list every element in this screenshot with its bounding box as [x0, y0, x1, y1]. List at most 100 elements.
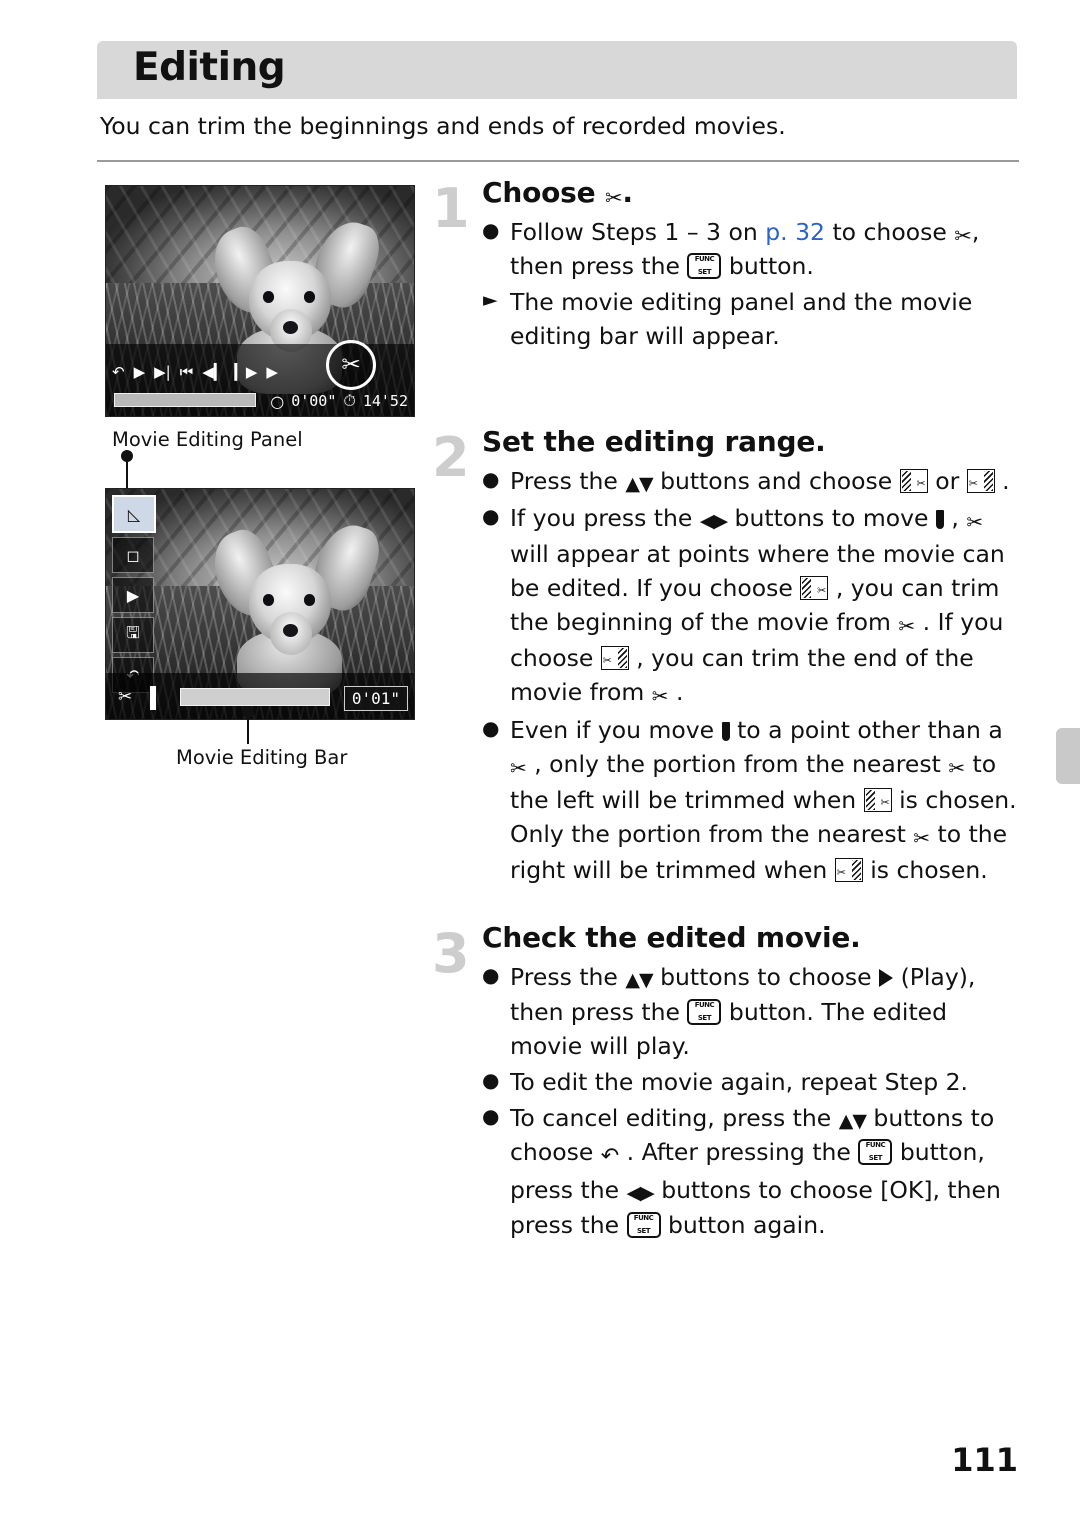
- caption-movie-editing-bar: Movie Editing Bar: [176, 746, 348, 769]
- step-3: 3 Check the edited movie. ● Press the ▲▼…: [432, 921, 1022, 1242]
- bullet-text-a: To cancel editing, press the: [510, 1103, 839, 1132]
- page-link[interactable]: p. 32: [765, 218, 825, 246]
- figure-movie-editing-bar: ◺ ◻ ▶ 🖫 ↶ ✂ 0'01": [105, 488, 415, 720]
- bullet-text-b: to choose: [824, 218, 955, 246]
- cut-icon: ✂: [118, 687, 133, 707]
- trim-end-icon: ◻: [112, 537, 154, 573]
- header-divider: [97, 160, 1019, 162]
- bullet-text-g: is chosen.: [862, 856, 988, 885]
- step-1-heading-text: Choose: [482, 176, 596, 209]
- cut-icon: ✂: [510, 756, 527, 781]
- bullet-dot-icon: ●: [482, 503, 500, 528]
- bullet-dot-icon: ●: [482, 1103, 500, 1128]
- marker-icon: [935, 509, 944, 529]
- dog-eye-right: [303, 291, 316, 303]
- func-set-button-icon: [687, 253, 722, 280]
- func-set-button-icon: [626, 1211, 661, 1238]
- up-down-buttons-icon: ▲▼: [625, 969, 653, 992]
- page-number: 111: [951, 1441, 1018, 1479]
- slow-motion-icon: ▶|: [154, 363, 171, 381]
- dog-eye-left: [262, 594, 275, 606]
- bullet-dot-icon: ●: [482, 715, 500, 740]
- movie-editing-bar: ✂ 0'01": [106, 673, 414, 719]
- dog-eye-right: [303, 594, 316, 606]
- step-3-bullets: ● Press the ▲▼ buttons to choose (Play),…: [482, 960, 1022, 1242]
- total-time: 14'52: [362, 392, 408, 410]
- step-1-heading: Choose ✂.: [482, 176, 1022, 209]
- up-down-buttons-icon: ▲▼: [838, 1109, 867, 1132]
- bullet: ► The movie editing panel and the movie …: [482, 285, 1022, 353]
- bullet-text-d: button.: [721, 252, 814, 281]
- bullet-dot-icon: ●: [482, 963, 500, 988]
- cut-icon: ✂: [913, 826, 931, 851]
- bullet-dot-icon: ●: [482, 1067, 500, 1092]
- back-icon: ↶: [600, 1144, 620, 1170]
- cut-icon: ✂: [948, 756, 966, 781]
- marker-icon: [721, 721, 730, 741]
- volume-icon: ○: [270, 391, 285, 411]
- editing-elapsed-time: 0'01": [343, 686, 408, 711]
- playback-time-row: ○ 0'00" ⏱ 14'52: [270, 391, 408, 411]
- trim-start-icon: ✂: [800, 575, 829, 600]
- playback-progress-track: [114, 393, 256, 407]
- trim-start-icon: ◺: [112, 495, 156, 533]
- bullet-text-c: ,: [943, 503, 967, 532]
- bullet: ● To cancel editing, press the ▲▼ button…: [482, 1101, 1022, 1242]
- bullet-text-d: .: [994, 467, 1010, 496]
- bullet-text-f: button again.: [660, 1210, 826, 1239]
- page-thumb-tab: [1056, 728, 1080, 784]
- playback-overlay: ↶ ▶ ▶| ⏮ ◀▎ ▎▶ ▶ ✂ ○ 0'00" ⏱ 14'52: [106, 340, 414, 416]
- bullet-text: To edit the movie again, repeat Step 2.: [510, 1067, 969, 1096]
- clock-icon: ⏱: [343, 391, 356, 410]
- step-2: 2 Set the editing range. ● Press the ▲▼ …: [432, 425, 1022, 887]
- up-down-buttons-icon: ▲▼: [625, 473, 653, 496]
- trim-start-icon: ✂: [863, 788, 892, 813]
- bullet-text-a: If you press the: [510, 503, 700, 532]
- play-icon: [879, 969, 894, 988]
- bullet: ● Press the ▲▼ buttons to choose (Play),…: [482, 960, 1022, 1063]
- frame-back-icon: ◀▎: [202, 363, 226, 381]
- bullet-text-b: to a point other than a: [729, 715, 1003, 744]
- trim-end-icon: ✂: [600, 645, 629, 670]
- bullet-triangle-icon: ►: [483, 289, 498, 312]
- page-title: Editing: [133, 45, 286, 90]
- figure-movie-editing-panel: ↶ ▶ ▶| ⏮ ◀▎ ▎▶ ▶ ✂ ○ 0'00" ⏱ 14'52: [105, 185, 415, 417]
- bullet: ● If you press the ◀▶ buttons to move , …: [482, 501, 1022, 711]
- bullet-text-a: Press the: [510, 467, 626, 496]
- step-2-heading: Set the editing range.: [482, 425, 826, 459]
- trim-start-icon: ✂: [899, 469, 928, 494]
- leader-line-2: [247, 711, 249, 744]
- page-title-bar: Editing: [97, 41, 1017, 99]
- step-3-heading: Check the edited movie.: [482, 921, 861, 955]
- trim-end-icon: ✂: [834, 858, 863, 883]
- bullet-text-b: buttons to choose: [652, 963, 880, 992]
- play-icon: ▶: [133, 363, 146, 381]
- bullet: ● Press the ▲▼ buttons and choose ✂ or ✂…: [482, 464, 1022, 499]
- bullet-text-h: .: [668, 677, 684, 706]
- bullet-text-b: buttons to move: [727, 503, 936, 532]
- cut-icon: ✂: [651, 683, 669, 708]
- dog-nose: [282, 623, 299, 638]
- step-1-number: 1: [432, 177, 470, 240]
- step-1-heading-period: .: [622, 176, 633, 209]
- save-icon: 🖫: [112, 617, 154, 653]
- exit-icon: ↶: [112, 363, 125, 381]
- playback-icon-row: ↶ ▶ ▶| ⏮ ◀▎ ▎▶ ▶: [112, 365, 278, 380]
- left-right-buttons-icon: ◀▶: [699, 509, 728, 532]
- scissors-icon: ✂: [954, 224, 972, 248]
- bullet: ● To edit the movie again, repeat Step 2…: [482, 1065, 1022, 1099]
- dog-nose: [282, 320, 299, 335]
- dog-subject: [203, 517, 386, 697]
- bullet-text-a: Even if you move: [510, 715, 722, 744]
- bullet-text-a: Follow Steps 1 – 3 on: [510, 218, 766, 246]
- editing-bar-marker: [150, 686, 156, 710]
- func-set-button-icon: [687, 998, 722, 1025]
- step-3-number: 3: [432, 922, 470, 986]
- skip-first-icon: ⏮: [179, 363, 194, 381]
- func-set-button-icon: [858, 1139, 893, 1166]
- bullet-text-c: , only the portion from the nearest: [526, 750, 949, 779]
- bullet-text: The movie editing panel and the movie ed…: [510, 288, 973, 351]
- dog-eye-left: [262, 291, 275, 303]
- bullet-text-c: . After pressing the: [619, 1138, 859, 1167]
- elapsed-time: 0'00": [291, 392, 337, 410]
